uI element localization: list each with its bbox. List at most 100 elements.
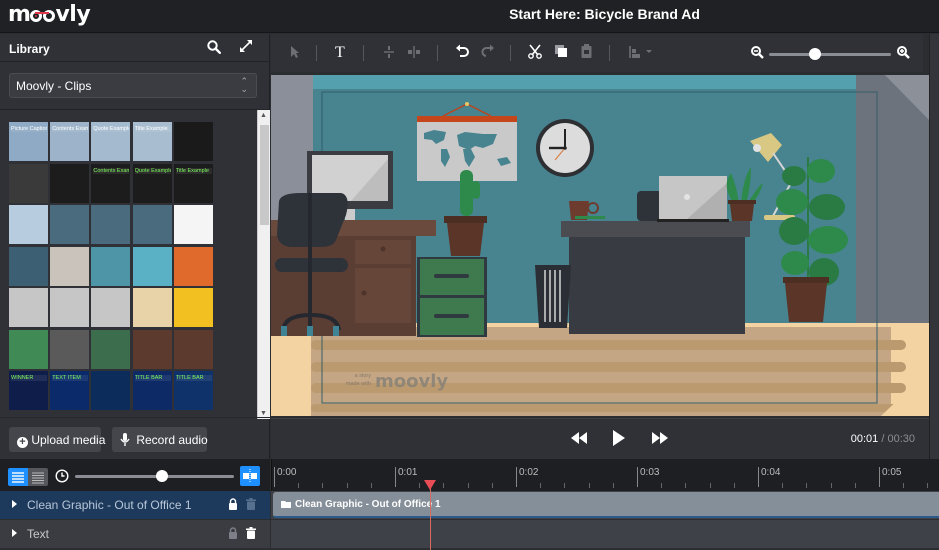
library-scrollbar[interactable]: ▲ ▼ [257,110,270,419]
ruler-minor-tick [612,483,614,488]
library-thumbnail[interactable]: TITLE BAR [132,371,172,410]
expand-caret-icon[interactable] [12,529,17,537]
library-thumbnail[interactable] [91,288,131,327]
scrollbar-thumb[interactable] [260,125,269,225]
scroll-down-icon[interactable]: ▼ [260,410,267,417]
play-icon[interactable] [612,430,626,451]
library-thumbnail[interactable] [173,288,213,327]
expand-icon[interactable] [239,39,253,56]
library-thumbnail[interactable] [9,329,48,369]
library-thumbnail[interactable] [173,246,213,286]
thumbnail-caption: Title Example [175,167,212,174]
timeline-controls [0,459,270,491]
fast-forward-icon[interactable] [651,431,669,449]
library-thumbnail[interactable] [9,288,48,327]
library-thumbnail[interactable] [173,122,213,161]
lock-icon[interactable] [228,527,238,542]
library-thumbnail[interactable] [173,329,213,369]
library-thumbnail[interactable] [91,205,131,244]
rewind-icon[interactable] [570,431,588,449]
zoom-slider-track[interactable] [769,53,891,56]
library-thumbnail[interactable] [132,205,172,244]
expanded-view-toggle[interactable] [8,468,28,486]
ruler-minor-tick [346,483,348,488]
library-thumbnail[interactable]: TITLE BAR [173,371,213,410]
zoom-out-icon[interactable] [751,46,764,62]
library-thumbnail[interactable] [91,371,131,410]
layer-row[interactable]: Text [0,520,270,548]
thumbnail-caption: Contents Example [52,126,89,132]
timeline-ruler[interactable]: 0:00 0:01 0:02 0:03 0:04 0:05 [271,459,939,491]
ruler-minor-tick [733,483,735,488]
total-time: 00:30 [887,433,915,445]
library-thumbnail[interactable] [9,205,48,244]
library-thumbnail[interactable] [132,246,172,286]
ruler-minor-tick [903,483,905,488]
compact-view-toggle[interactable] [28,468,48,486]
dark-desk [561,216,750,334]
record-audio-button[interactable]: Record audio [112,427,208,452]
thumbnail-caption: Contents Example [93,167,130,174]
library-thumbnail[interactable] [91,246,131,286]
office-scene[interactable]: a story made with moovly [271,75,929,416]
ruler-tick-label: 0:00 [274,467,296,487]
library-thumbnail[interactable]: Contents Example [50,122,90,161]
fit-timeline-button[interactable] [240,466,260,486]
library-thumbnail[interactable] [9,246,48,286]
expand-caret-icon[interactable] [12,500,17,508]
cut-icon[interactable] [528,44,542,62]
library-thumbnail[interactable]: Picture Caption [9,122,48,161]
layer-row[interactable]: Clean Graphic - Out of Office 1 [0,491,270,519]
library-thumbnail[interactable] [132,329,172,369]
layer-name[interactable]: Clean Graphic - Out of Office 1 [27,498,192,512]
timeline-scale-handle[interactable] [156,470,169,482]
layer-name[interactable]: Text [27,527,49,541]
copy-icon[interactable] [555,45,568,61]
trash-icon[interactable] [246,527,256,542]
library-thumbnail[interactable]: Quote Example [91,122,131,161]
library-thumbnail[interactable]: Quote Example [132,163,172,203]
library-thumbnail[interactable] [50,163,90,203]
library-thumbnail[interactable] [50,205,90,244]
library-thumbnail[interactable] [50,288,90,327]
library-thumbnail[interactable]: Contents Example [91,163,131,203]
text-icon[interactable]: T [335,44,345,62]
library-thumbnail[interactable]: WINNER [9,371,48,410]
library-thumbnail[interactable]: TEXT ITEM [50,371,90,410]
undo-icon[interactable] [455,44,469,61]
library-thumbnail[interactable]: Title Example [173,163,213,203]
lock-icon[interactable] [228,498,238,513]
project-title[interactable]: Start Here: Bicycle Brand Ad [395,6,815,22]
playhead-marker[interactable] [424,480,437,490]
ruler-tick-label: 0:01 [395,467,417,487]
timeline-track[interactable] [271,520,939,548]
ruler-minor-tick [419,483,421,488]
library-thumbnail[interactable] [9,163,48,203]
redo-icon[interactable] [481,44,495,61]
properties-panel-edge[interactable] [929,34,939,459]
timeline-track[interactable]: Clean Graphic - Out of Office 1 [271,491,939,519]
align-horizontal-icon[interactable] [407,45,421,62]
zoom-in-icon[interactable] [897,46,910,62]
upload-media-button[interactable]: + Upload media [9,427,105,452]
align-vertical-icon[interactable] [383,45,395,62]
library-thumbnail[interactable] [173,205,213,244]
library-thumbnail[interactable] [132,288,172,327]
library-source-select[interactable]: Moovly - Clips ⌃ ⌄ [9,73,257,98]
library-source-value: Moovly - Clips [16,79,92,93]
arrange-icon[interactable] [629,45,653,62]
playhead-line[interactable] [430,480,432,550]
timeline-clip[interactable]: Clean Graphic - Out of Office 1 [273,492,939,518]
select-icon[interactable] [290,45,300,62]
zoom-slider-handle[interactable] [809,48,822,60]
scroll-up-icon[interactable]: ▲ [260,112,267,119]
trash-icon[interactable] [246,498,256,513]
timeline-scale-track[interactable] [75,475,234,478]
library-thumbnail[interactable]: Title Example [132,122,172,161]
library-thumbnail[interactable] [50,329,90,369]
library-thumbnail[interactable] [50,246,90,286]
library-thumbnail[interactable] [91,329,131,369]
paste-icon[interactable] [581,44,592,61]
search-icon[interactable] [207,40,222,57]
stage-canvas[interactable]: a story made with moovly [271,72,929,418]
